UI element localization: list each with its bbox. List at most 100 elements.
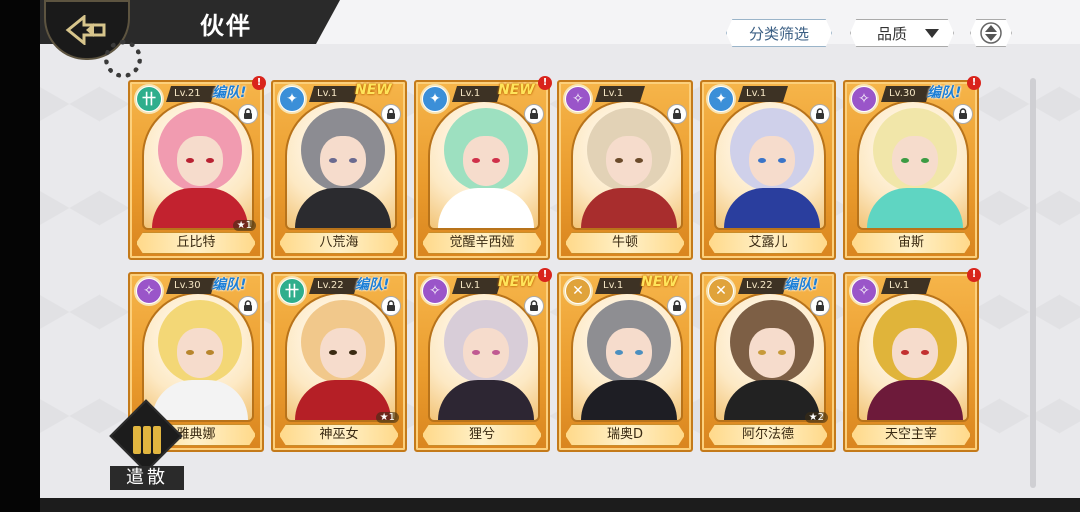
lock-button[interactable] xyxy=(524,104,544,124)
level-badge: Lv.1 xyxy=(452,86,502,102)
partner-grid: 卄 Lv.21 编队! ★1 丘比特 ! ✦ Lv.1 NEW ★ xyxy=(128,76,988,460)
status-tag: 编队! xyxy=(212,277,247,293)
lock-button[interactable] xyxy=(524,296,544,316)
level-badge: Lv.1 xyxy=(738,86,788,102)
portrait-outfit xyxy=(438,380,534,420)
portrait-eye xyxy=(472,158,480,163)
level-badge: Lv.1 xyxy=(881,278,931,294)
partner-card[interactable]: ✦ Lv.1 ★ 艾露儿 xyxy=(700,80,836,260)
partner-card[interactable]: ✕ Lv.22 编队! ★2 阿尔法德 xyxy=(700,272,836,452)
lock-button[interactable] xyxy=(667,296,687,316)
partner-name: 宙斯 xyxy=(851,232,971,254)
level-badge: Lv.1 xyxy=(595,278,645,294)
portrait-face xyxy=(606,328,652,378)
status-tag: NEW xyxy=(498,274,535,290)
element-glyph: ✧ xyxy=(566,87,590,111)
portrait-face xyxy=(749,136,795,186)
lock-icon xyxy=(387,108,395,119)
partner-card[interactable]: ✦ Lv.1 NEW ★ 八荒海 xyxy=(271,80,407,260)
alert-badge-icon: ! xyxy=(252,76,266,90)
partner-name: 丘比特 xyxy=(136,232,256,254)
partner-name: 瑞奥D xyxy=(565,424,685,446)
dismiss-cards-icon xyxy=(130,420,164,454)
portrait-eye xyxy=(206,158,214,163)
status-tag: 编队! xyxy=(355,277,390,293)
lock-icon xyxy=(673,300,681,311)
lock-button[interactable] xyxy=(238,296,258,316)
element-glyph: ✦ xyxy=(423,87,447,111)
lock-button[interactable] xyxy=(810,104,830,124)
lock-button[interactable] xyxy=(667,104,687,124)
partner-name: 艾露儿 xyxy=(708,232,828,254)
portrait-face xyxy=(749,328,795,378)
portrait-eye xyxy=(758,350,766,355)
star-count-value: 2 xyxy=(817,412,824,423)
quality-sort-dropdown[interactable]: 品质 xyxy=(850,19,954,47)
portrait-eye xyxy=(635,350,643,355)
category-filter-button[interactable]: 分类筛选 xyxy=(726,19,832,47)
partner-card[interactable]: ✧ Lv.1 ★ 天空主宰 ! xyxy=(843,268,981,452)
partner-card[interactable]: ✕ Lv.1 NEW ★ 瑞奥D xyxy=(557,272,693,452)
element-icon: ✕ xyxy=(706,276,736,306)
portrait-face xyxy=(320,136,366,186)
level-badge: Lv.30 xyxy=(881,86,931,102)
lock-button[interactable] xyxy=(810,296,830,316)
star-count-value: 1 xyxy=(245,220,252,231)
partner-portrait xyxy=(285,100,397,230)
bottom-bar xyxy=(40,498,1080,512)
alert-badge-icon: ! xyxy=(538,76,552,90)
status-tag: NEW xyxy=(641,274,678,290)
portrait-eye xyxy=(186,158,194,163)
element-glyph: ✧ xyxy=(852,279,876,303)
partner-name: 神巫女 xyxy=(279,424,399,446)
partner-card[interactable]: ✧ Lv.1 ★ 牛顿 xyxy=(557,80,693,260)
portrait-outfit xyxy=(724,188,820,228)
status-tag: 编队! xyxy=(784,277,819,293)
portrait-eye xyxy=(615,350,623,355)
lock-button[interactable] xyxy=(381,296,401,316)
element-icon: ✧ xyxy=(849,84,879,114)
portrait-eye xyxy=(492,350,500,355)
lock-button[interactable] xyxy=(238,104,258,124)
star-count: ★1 xyxy=(232,220,256,231)
lock-button[interactable] xyxy=(381,104,401,124)
dismiss-button[interactable]: 遣散 xyxy=(108,399,188,492)
star-count: ★1 xyxy=(375,412,399,423)
page-title: 伙伴 xyxy=(200,11,252,40)
partner-card[interactable]: ✦ Lv.1 NEW ★ 觉醒辛西娅 ! xyxy=(414,76,552,260)
portrait-face xyxy=(892,328,938,378)
portrait-eye xyxy=(206,350,214,355)
star-count: ★2 xyxy=(804,412,828,423)
portrait-eye xyxy=(329,158,337,163)
gear-decoration-icon xyxy=(104,40,142,78)
status-tag: 编队! xyxy=(212,85,247,101)
partner-card[interactable]: 卄 Lv.21 编队! ★1 丘比特 ! xyxy=(128,76,266,260)
lock-icon xyxy=(816,108,824,119)
partner-card[interactable]: ✧ Lv.1 NEW ★ 狸兮 ! xyxy=(414,268,552,452)
portrait-face xyxy=(892,136,938,186)
partner-card[interactable]: ✧ Lv.30 编队! ★ 宙斯 ! xyxy=(843,76,981,260)
sort-order-button[interactable] xyxy=(970,19,1012,47)
level-badge: Lv.21 xyxy=(166,86,216,102)
portrait-eye xyxy=(921,158,929,163)
lock-icon xyxy=(387,300,395,311)
element-glyph: ✕ xyxy=(709,279,733,303)
element-glyph: ✦ xyxy=(280,87,304,111)
portrait-eye xyxy=(492,158,500,163)
portrait-outfit xyxy=(581,188,677,228)
element-icon: 卄 xyxy=(134,84,164,114)
partner-portrait xyxy=(714,100,826,230)
partner-card[interactable]: 卄 Lv.22 编队! ★1 神巫女 xyxy=(271,272,407,452)
portrait-eye xyxy=(615,158,623,163)
portrait-eye xyxy=(186,350,194,355)
element-icon: ✕ xyxy=(563,276,593,306)
lock-icon xyxy=(673,108,681,119)
partner-portrait xyxy=(571,292,683,422)
list-scrollbar[interactable] xyxy=(1030,78,1036,488)
element-glyph: ✧ xyxy=(852,87,876,111)
back-arrow-icon xyxy=(65,15,106,45)
element-icon: ✧ xyxy=(849,276,879,306)
portrait-eye xyxy=(921,350,929,355)
lock-button[interactable] xyxy=(953,104,973,124)
partner-portrait xyxy=(857,292,969,422)
